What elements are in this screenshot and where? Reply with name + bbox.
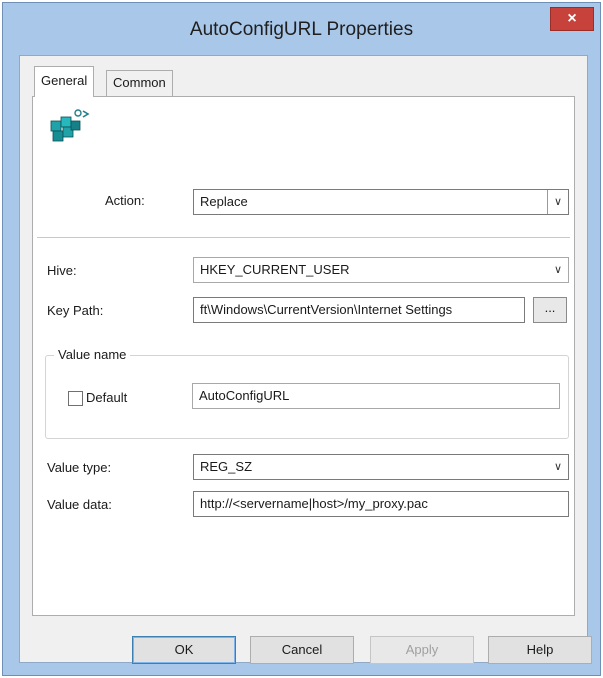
key-path-input[interactable]: ft\Windows\CurrentVersion\Internet Setti… [193, 297, 525, 323]
chevron-down-icon[interactable]: ∨ [548, 258, 568, 282]
value-name-input[interactable]: AutoConfigURL [192, 383, 560, 409]
properties-dialog: AutoConfigURL Properties × General Commo… [2, 2, 601, 676]
value-type-label: Value type: [47, 460, 112, 475]
hive-label: Hive: [47, 263, 77, 278]
tab-common[interactable]: Common [106, 70, 173, 96]
value-data-label: Value data: [47, 497, 112, 512]
close-icon: × [567, 10, 577, 27]
hive-value: HKEY_CURRENT_USER [200, 262, 350, 277]
tab-general[interactable]: General [34, 66, 95, 97]
ok-button[interactable]: OK [132, 636, 236, 664]
value-name-group: Value name Default AutoConfigURL [45, 347, 569, 439]
dialog-client-area: General Common Action: Replace ∨ Hive: H… [19, 55, 592, 664]
value-data-input[interactable]: http://<servername|host>/my_proxy.pac [193, 491, 569, 517]
value-name-group-label: Value name [54, 347, 131, 362]
help-button[interactable]: Help [488, 636, 592, 664]
action-label: Action: [105, 193, 145, 208]
value-type-select[interactable]: REG_SZ ∨ [193, 454, 569, 480]
key-path-label: Key Path: [47, 303, 104, 318]
hive-select[interactable]: HKEY_CURRENT_USER ∨ [193, 257, 569, 283]
dialog-title: AutoConfigURL Properties [189, 19, 414, 40]
action-select[interactable]: Replace ∨ [193, 189, 569, 215]
default-checkbox[interactable] [68, 391, 83, 406]
close-button[interactable]: × [550, 7, 594, 31]
browse-button[interactable]: ... [533, 297, 567, 323]
apply-button[interactable]: Apply [370, 636, 474, 664]
action-value: Replace [200, 194, 248, 209]
title-bar[interactable]: AutoConfigURL Properties × [3, 3, 600, 55]
value-type-value: REG_SZ [200, 459, 253, 474]
general-tab-panel: Action: Replace ∨ Hive: HKEY_CURRENT_USE… [32, 96, 575, 616]
chevron-down-icon[interactable]: ∨ [548, 455, 568, 479]
divider [37, 237, 570, 238]
chevron-down-icon[interactable]: ∨ [548, 190, 568, 214]
default-checkbox-label: Default [86, 390, 128, 405]
cancel-button[interactable]: Cancel [250, 636, 354, 664]
registry-cubes-icon [50, 109, 90, 142]
